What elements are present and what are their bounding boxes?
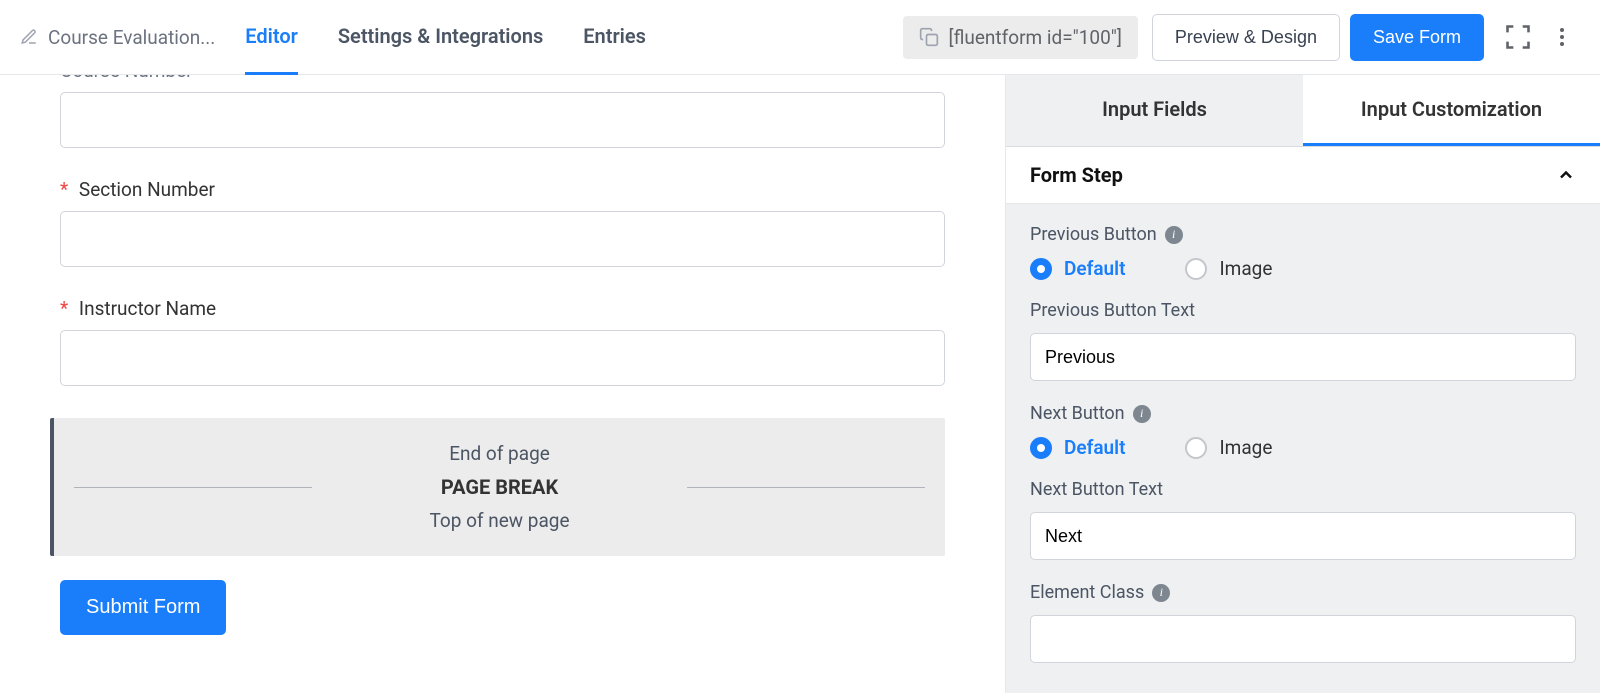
radio-label: Default	[1064, 436, 1125, 459]
section-title: Form Step	[1030, 163, 1123, 187]
field-section-number[interactable]: * Section Number	[60, 178, 945, 267]
editor-pane: Course Number * Section Number * Instruc…	[0, 75, 1005, 693]
field-label: * Section Number	[60, 178, 945, 201]
prev-button-label: Previous Button i	[1030, 224, 1576, 245]
top-of-new-page-text: Top of new page	[74, 509, 925, 532]
shortcode-text: [fluentform id="100"]	[949, 26, 1122, 49]
form-title-text: Course Evaluation...	[48, 26, 215, 49]
panel-body: Previous Button i Default Image Previous…	[1006, 204, 1600, 693]
instructor-name-input[interactable]	[60, 330, 945, 386]
info-icon[interactable]: i	[1165, 226, 1183, 244]
element-class-label: Element Class i	[1030, 582, 1576, 603]
label-text: Section Number	[79, 178, 215, 201]
tab-entries[interactable]: Entries	[583, 0, 646, 75]
page-break-label: PAGE BREAK	[74, 475, 925, 499]
radio-dot	[1185, 258, 1207, 280]
radio-label: Default	[1064, 257, 1125, 280]
field-course-number[interactable]: Course Number	[60, 75, 945, 148]
sidebar-tabs: Input Fields Input Customization	[1006, 75, 1600, 147]
next-button-label: Next Button i	[1030, 403, 1576, 424]
required-star: *	[60, 297, 68, 320]
preview-design-button[interactable]: Preview & Design	[1152, 14, 1340, 61]
next-radio-image[interactable]: Image	[1185, 436, 1272, 459]
page-break-block[interactable]: End of page PAGE BREAK Top of new page	[50, 418, 945, 556]
radio-label: Image	[1219, 257, 1272, 280]
form-title[interactable]: Course Evaluation...	[20, 26, 215, 49]
next-radio-default[interactable]: Default	[1030, 436, 1125, 459]
main-area: Course Number * Section Number * Instruc…	[0, 75, 1600, 693]
field-label: * Instructor Name	[60, 297, 945, 320]
copy-icon	[919, 27, 939, 47]
prev-button-text-input[interactable]	[1030, 333, 1576, 381]
course-number-input[interactable]	[60, 92, 945, 148]
prev-radio-image[interactable]: Image	[1185, 257, 1272, 280]
next-button-text-input[interactable]	[1030, 512, 1576, 560]
top-toolbar: Course Evaluation... Editor Settings & I…	[0, 0, 1600, 75]
label-text: Previous Button	[1030, 224, 1157, 245]
info-icon[interactable]: i	[1152, 584, 1170, 602]
main-tabs: Editor Settings & Integrations Entries	[245, 0, 646, 75]
tab-input-fields[interactable]: Input Fields	[1006, 75, 1303, 146]
shortcode-display[interactable]: [fluentform id="100"]	[903, 16, 1138, 59]
label-text: Course Number	[60, 75, 193, 82]
element-class-input[interactable]	[1030, 615, 1576, 663]
required-star: *	[60, 178, 68, 201]
tab-editor[interactable]: Editor	[245, 0, 298, 75]
radio-dot	[1030, 437, 1052, 459]
section-form-step-header[interactable]: Form Step	[1006, 147, 1600, 204]
field-label: Course Number	[60, 75, 945, 82]
tab-settings[interactable]: Settings & Integrations	[338, 0, 543, 75]
label-text: Element Class	[1030, 582, 1144, 603]
submit-form-button[interactable]: Submit Form	[60, 580, 226, 635]
sidebar-panel: Input Fields Input Customization Form St…	[1005, 75, 1600, 693]
end-of-page-text: End of page	[74, 442, 925, 465]
next-button-radio-group: Default Image	[1030, 436, 1576, 459]
label-text: Next Button	[1030, 403, 1125, 424]
section-number-input[interactable]	[60, 211, 945, 267]
prev-button-radio-group: Default Image	[1030, 257, 1576, 280]
field-instructor-name[interactable]: * Instructor Name	[60, 297, 945, 386]
radio-label: Image	[1219, 436, 1272, 459]
save-form-button[interactable]: Save Form	[1350, 14, 1484, 61]
next-button-text-label: Next Button Text	[1030, 479, 1576, 500]
fullscreen-icon[interactable]	[1498, 17, 1538, 57]
prev-radio-default[interactable]: Default	[1030, 257, 1125, 280]
info-icon[interactable]: i	[1133, 405, 1151, 423]
pencil-icon	[20, 28, 38, 46]
more-menu-icon[interactable]	[1544, 19, 1580, 55]
prev-button-text-label: Previous Button Text	[1030, 300, 1576, 321]
tab-input-customization[interactable]: Input Customization	[1303, 75, 1600, 146]
chevron-up-icon	[1556, 165, 1576, 185]
label-text: Instructor Name	[79, 297, 216, 320]
radio-dot	[1030, 258, 1052, 280]
radio-dot	[1185, 437, 1207, 459]
